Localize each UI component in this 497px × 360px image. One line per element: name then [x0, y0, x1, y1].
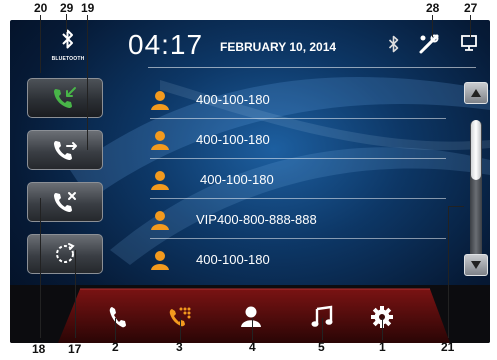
callout-27: 27: [464, 1, 478, 15]
leader-line-28: [432, 15, 433, 37]
dialed-calls-icon: [54, 141, 77, 160]
call-log-row[interactable]: VIP400-800-888-888: [150, 200, 446, 239]
bluetooth-icon: [62, 29, 73, 49]
call-log-row[interactable]: 400-100-180: [150, 80, 446, 119]
dock-dialpad-button[interactable]: [164, 302, 194, 332]
clock-date: FEBRUARY 10, 2014: [220, 40, 337, 54]
contact-icon: [151, 211, 169, 230]
leader-line-21-h: [448, 206, 464, 207]
call-log-row[interactable]: 400-100-180: [150, 120, 446, 159]
leader-line-18: [40, 198, 41, 338]
sync-button[interactable]: [27, 234, 103, 274]
callout-29: 29: [60, 1, 74, 15]
leader-line-29: [66, 14, 67, 32]
received-calls-icon: [54, 87, 76, 108]
dialpad-icon: [169, 307, 191, 327]
callout-1: 1: [379, 340, 386, 354]
contact-icon: [151, 251, 169, 270]
call-log-number: 400-100-180: [200, 172, 274, 187]
callout-5: 5: [318, 340, 325, 354]
bluetooth-small-icon: [388, 35, 399, 53]
contact-icon: [151, 131, 169, 150]
row-divider: [150, 238, 446, 239]
dock-phone-button[interactable]: [103, 302, 133, 332]
missed-calls-button[interactable]: [27, 182, 103, 222]
callout-2: 2: [112, 340, 119, 354]
callout-3: 3: [176, 340, 183, 354]
contacts-icon: [241, 306, 261, 327]
call-log-number: 400-100-180: [196, 252, 270, 267]
received-calls-button[interactable]: [27, 78, 103, 118]
bluetooth-status[interactable]: BLUETOOTH: [48, 28, 88, 62]
callout-21: 21: [441, 340, 455, 354]
callout-28: 28: [426, 1, 440, 15]
row-divider: [150, 198, 446, 199]
dialed-calls-button[interactable]: [27, 130, 103, 170]
call-log-number: VIP400-800-888-888: [196, 212, 317, 227]
leader-line-2: [115, 318, 116, 340]
missed-calls-icon: [54, 192, 76, 212]
status-bar: BLUETOOTH 04:17 FEBRUARY 10, 2014: [10, 20, 490, 72]
dock-contacts-button[interactable]: [236, 302, 266, 332]
leader-line-19: [87, 15, 88, 150]
triangle-up-icon: [471, 89, 481, 97]
clock-time: 04:17: [128, 29, 204, 60]
row-divider: [150, 118, 446, 119]
call-log-row[interactable]: 400-100-180: [150, 240, 446, 279]
leader-line-1: [382, 318, 383, 340]
scroll-up-button[interactable]: [464, 82, 488, 104]
scrollbar-thumb[interactable]: [471, 120, 481, 180]
callout-20: 20: [34, 1, 48, 15]
callout-18: 18: [32, 342, 46, 356]
head-unit-screen: BLUETOOTH 04:17 FEBRUARY 10, 2014 400-10…: [10, 20, 490, 343]
callout-19: 19: [81, 1, 95, 15]
scroll-down-button[interactable]: [464, 254, 488, 276]
bluetooth-label: BLUETOOTH: [51, 56, 85, 62]
contact-icon: [151, 171, 169, 190]
call-log-row[interactable]: 400-100-180: [150, 160, 446, 199]
leader-line-5: [322, 318, 323, 340]
callout-17: 17: [68, 342, 82, 356]
leader-line-20: [40, 15, 41, 73]
status-divider: [148, 67, 476, 68]
settings-tools-icon[interactable]: [418, 33, 440, 55]
leader-line-3: [180, 318, 181, 340]
screen-mode-icon[interactable]: [460, 34, 478, 52]
leader-line-4: [252, 318, 253, 340]
triangle-down-icon: [471, 261, 481, 269]
phone-icon: [109, 307, 126, 328]
call-log-number: 400-100-180: [196, 132, 270, 147]
contact-icon: [151, 91, 169, 110]
leader-line-17: [75, 250, 76, 338]
row-divider: [150, 158, 446, 159]
leader-line-27: [470, 15, 471, 38]
leader-line-21: [448, 206, 449, 338]
call-log-number: 400-100-180: [196, 92, 270, 107]
callout-4: 4: [249, 340, 256, 354]
